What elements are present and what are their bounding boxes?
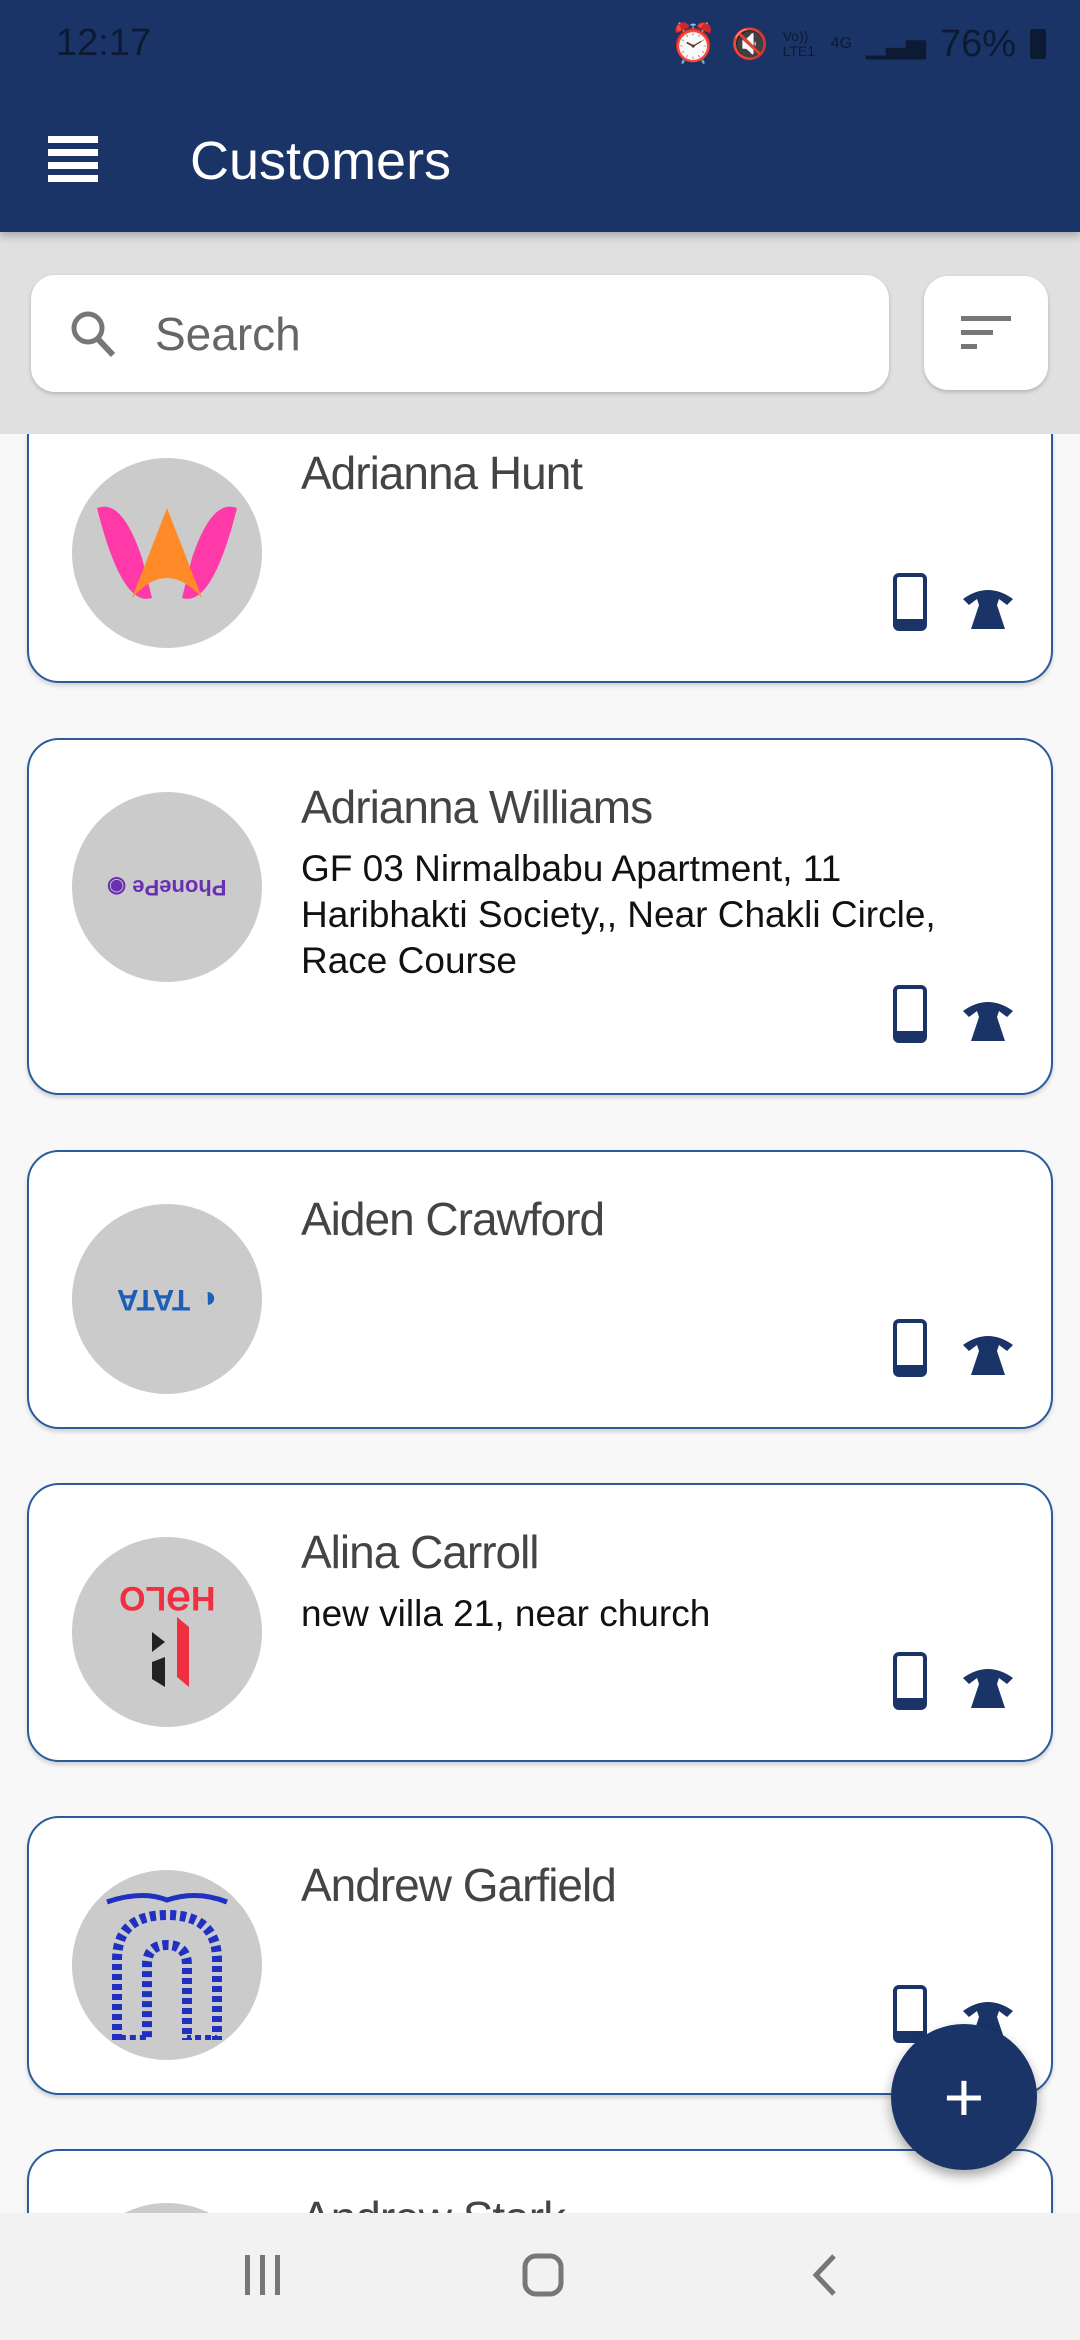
mobile-phone-icon[interactable] bbox=[893, 1985, 927, 2043]
customer-card[interactable]: HƏLO Alina Carroll new villa 21, near ch… bbox=[27, 1483, 1053, 1762]
customer-card[interactable]: Adrianna Hunt bbox=[27, 434, 1053, 683]
system-navigation-bar bbox=[0, 2213, 1080, 2340]
search-icon bbox=[71, 311, 116, 357]
customer-address: GF 03 Nirmalbabu Apartment, 11 Haribhakt… bbox=[301, 848, 936, 981]
mobile-phone-icon[interactable] bbox=[893, 1319, 927, 1377]
alarm-icon: ⏰ bbox=[669, 23, 718, 65]
telephone-icon[interactable] bbox=[961, 997, 1015, 1043]
search-area bbox=[0, 232, 1080, 434]
sort-icon bbox=[961, 316, 1011, 349]
mobile-phone-icon[interactable] bbox=[893, 573, 927, 631]
customer-avatar bbox=[72, 1870, 262, 2060]
customer-name: Adrianna Hunt bbox=[301, 447, 583, 499]
mute-vibrate-icon: 🔇 bbox=[731, 27, 769, 61]
home-button[interactable] bbox=[522, 2253, 564, 2302]
telephone-icon[interactable] bbox=[961, 585, 1015, 631]
customer-avatar: HƏLO bbox=[72, 1537, 262, 1727]
4g-icon: 4G bbox=[830, 35, 852, 52]
search-box[interactable] bbox=[31, 275, 889, 392]
add-customer-button[interactable]: + bbox=[891, 2024, 1037, 2170]
battery-text: 76% bbox=[939, 22, 1016, 65]
customer-card[interactable]: Andrew Garfield bbox=[27, 1816, 1053, 2095]
mobile-phone-icon[interactable] bbox=[893, 985, 927, 1043]
battery-icon bbox=[1030, 29, 1046, 59]
customer-name: Andrew Stark bbox=[301, 2191, 566, 2213]
customer-list[interactable]: Adrianna Hunt PhonePe ◉ Adrianna William… bbox=[0, 434, 1080, 2213]
status-bar: 12:17 ⏰ 🔇 Vo)) LTE1 4G ▁▃▅ 76% bbox=[0, 0, 1080, 100]
telephone-icon[interactable] bbox=[961, 1664, 1015, 1710]
customer-avatar: ◐ TATA bbox=[72, 1204, 262, 1394]
recent-apps-button[interactable] bbox=[243, 2253, 283, 2302]
customer-avatar bbox=[72, 2203, 262, 2213]
volte-icon: Vo)) LTE1 bbox=[782, 28, 816, 59]
app-bar: Customers bbox=[0, 100, 1080, 232]
customer-name: Aiden Crawford bbox=[301, 1193, 605, 1245]
customer-avatar: PhonePe ◉ bbox=[72, 792, 262, 982]
sort-filter-button[interactable] bbox=[924, 276, 1048, 390]
customer-address: new villa 21, near church bbox=[301, 1593, 711, 1634]
mobile-phone-icon[interactable] bbox=[893, 1652, 927, 1710]
back-button[interactable] bbox=[810, 2253, 840, 2302]
status-time: 12:17 bbox=[56, 22, 152, 64]
signal-icon: ▁▃▅ bbox=[865, 28, 926, 59]
customer-card[interactable]: PhonePe ◉ Adrianna Williams GF 03 Nirmal… bbox=[27, 738, 1053, 1095]
customer-name: Alina Carroll bbox=[301, 1526, 540, 1578]
hamburger-menu-icon[interactable] bbox=[48, 136, 98, 182]
page-title: Customers bbox=[190, 131, 452, 191]
customer-name: Andrew Garfield bbox=[301, 1859, 617, 1911]
customer-avatar bbox=[72, 458, 262, 648]
customer-name: Adrianna Williams bbox=[301, 781, 653, 833]
search-input[interactable] bbox=[155, 306, 755, 361]
customer-card[interactable]: Andrew Stark bbox=[27, 2149, 1053, 2213]
customer-card[interactable]: ◐ TATA Aiden Crawford bbox=[27, 1150, 1053, 1429]
telephone-icon[interactable] bbox=[961, 1331, 1015, 1377]
